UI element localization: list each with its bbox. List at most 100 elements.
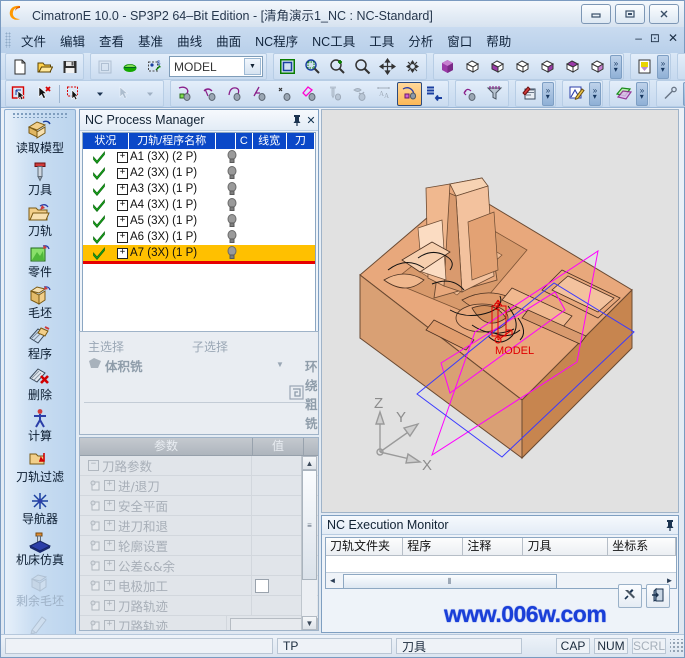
left-item-calculate[interactable]: 计算 — [7, 407, 73, 447]
surface-icon[interactable] — [611, 82, 636, 106]
expand-toggle-icon[interactable]: + — [104, 500, 115, 511]
lamp-icon[interactable] — [222, 246, 242, 260]
parameter-row[interactable]: + 刀路轨迹 — [80, 616, 318, 630]
expand-toggle-icon[interactable]: + — [104, 540, 115, 551]
menu-window[interactable]: 窗口 — [440, 29, 479, 52]
bottom-view-icon[interactable] — [585, 55, 610, 79]
column-header-value[interactable]: 值 — [253, 438, 304, 455]
table-row[interactable]: + A2 (3X) (1 P) — [83, 165, 315, 181]
left-item-machine-sim[interactable]: 机床仿真 — [7, 531, 73, 571]
expand-toggle-icon[interactable]: − — [88, 460, 99, 471]
fit-screen-icon[interactable] — [275, 55, 300, 79]
parameter-row[interactable]: + 刀路轨迹 — [80, 596, 318, 616]
zoom-window-icon[interactable] — [300, 55, 325, 79]
parameter-row[interactable]: + 进/退刀 — [80, 476, 318, 496]
table-row[interactable]: + A4 (3X) (1 P) — [83, 197, 315, 213]
expand-toggle-icon[interactable]: + — [104, 600, 115, 611]
parameter-row[interactable]: + 电极加工 — [80, 576, 318, 596]
nc-post-icon[interactable] — [347, 82, 372, 106]
nc-proc1-icon[interactable] — [172, 82, 197, 106]
left-item-toolpath-filter[interactable]: 刀轨过滤 — [7, 448, 73, 488]
rotate-icon[interactable] — [400, 55, 425, 79]
pan-icon[interactable] — [375, 55, 400, 79]
menu-view[interactable]: 查看 — [92, 29, 131, 52]
toolbar-overflow-surface[interactable]: » ▾ — [636, 81, 648, 106]
exit-button[interactable] — [646, 584, 670, 608]
column-header-linewidth[interactable]: 线宽 — [253, 133, 287, 149]
toolbar-overflow-annotate[interactable]: » ▾ — [542, 81, 554, 106]
solid-green-icon[interactable] — [117, 55, 142, 79]
menu-file[interactable]: 文件 — [14, 29, 53, 52]
column-header-tool[interactable]: 刀 — [287, 133, 315, 149]
lamp-icon[interactable] — [222, 182, 242, 196]
menu-analysis[interactable]: 分析 — [401, 29, 440, 52]
expand-toggle-icon[interactable]: + — [104, 580, 115, 591]
menu-curve[interactable]: 曲线 — [170, 29, 209, 52]
column-header-coordsys[interactable]: 坐标系 — [608, 538, 676, 555]
expand-toggle-icon[interactable]: + — [115, 215, 130, 227]
menu-tools[interactable]: 工具 — [362, 29, 401, 52]
menu-edit[interactable]: 编辑 — [53, 29, 92, 52]
mon-hscroll-track[interactable]: ⦀ — [339, 574, 663, 589]
left-toolbar-grip-icon[interactable] — [12, 112, 68, 119]
parameter-row[interactable]: + 轮廓设置 — [80, 536, 318, 556]
deselect-icon[interactable] — [32, 82, 57, 106]
left-item-tool[interactable]: 刀具 — [7, 161, 73, 201]
column-header-comment[interactable]: 注释 — [463, 538, 524, 555]
nc-proc6-icon[interactable] — [297, 82, 322, 106]
expand-toggle-icon[interactable]: + — [104, 480, 115, 491]
expand-toggle-icon[interactable]: + — [115, 199, 130, 211]
left-view-icon[interactable] — [535, 55, 560, 79]
menu-nc-program[interactable]: NC程序 — [248, 29, 305, 52]
table-row[interactable]: + A6 (3X) (1 P) — [83, 229, 315, 245]
menu-help[interactable]: 帮助 — [479, 29, 518, 52]
left-item-navigator[interactable]: 导航器 — [7, 490, 73, 530]
nc-proc2-icon[interactable] — [197, 82, 222, 106]
lamp-icon[interactable] — [222, 230, 242, 244]
select-region-icon[interactable] — [62, 82, 87, 106]
model-window-icon[interactable] — [92, 55, 117, 79]
3d-viewport[interactable]: MODEL Z Z Y X — [321, 109, 679, 513]
pin-icon[interactable] — [290, 112, 304, 128]
parameter-checkbox[interactable] — [255, 578, 269, 593]
chevron-down-icon[interactable]: ▼ — [244, 58, 261, 75]
toolbar-overflow-render[interactable]: » ▾ — [657, 54, 669, 79]
expand-toggle-icon[interactable]: + — [115, 183, 130, 195]
parameter-row[interactable]: + 公差&&余 — [80, 556, 318, 576]
main-selection-chevron-down-icon[interactable]: ▼ — [276, 360, 284, 369]
column-header-program[interactable]: 程序 — [403, 538, 464, 555]
mdi-minimize-button[interactable]: – — [633, 31, 644, 45]
lightbulb-icon[interactable] — [679, 55, 685, 79]
minimize-button[interactable] — [581, 4, 611, 24]
lamp-icon[interactable] — [222, 166, 242, 180]
parameters-vscrollbar[interactable]: ▲ ≡ ▼ — [301, 456, 317, 630]
expand-toggle-icon[interactable]: + — [104, 560, 115, 571]
left-item-residual-stock[interactable]: 剩余毛坯 — [7, 572, 73, 612]
menu-datum[interactable]: 基准 — [131, 29, 170, 52]
nc-measure-icon[interactable]: AA — [372, 82, 397, 106]
nc-funnel-icon[interactable] — [482, 82, 507, 106]
front-view-icon[interactable] — [485, 55, 510, 79]
menu-grip-icon[interactable] — [5, 32, 11, 48]
lamp-icon[interactable] — [222, 214, 242, 228]
column-header-c[interactable]: C — [236, 133, 253, 149]
nc-manager-icon[interactable] — [397, 81, 422, 106]
column-header-blank[interactable] — [216, 133, 237, 149]
table-row[interactable]: + A5 (3X) (1 P) — [83, 213, 315, 229]
annotation-icon[interactable] — [517, 82, 542, 106]
new-file-icon[interactable] — [7, 55, 32, 79]
shading-icon[interactable] — [632, 55, 657, 79]
nc-proc4-icon[interactable] — [247, 82, 272, 106]
vscroll-thumb[interactable]: ≡ — [302, 470, 317, 580]
close-button[interactable] — [649, 4, 679, 24]
back-view-icon[interactable] — [560, 55, 585, 79]
parameter-row[interactable]: − 刀路参数 — [80, 456, 318, 476]
column-header-status[interactable]: 状况 — [83, 133, 129, 149]
mdi-close-button[interactable]: ✕ — [666, 31, 680, 45]
menu-nc-tools[interactable]: NC工具 — [305, 29, 362, 52]
expand-toggle-icon[interactable]: + — [104, 620, 115, 630]
expand-toggle-icon[interactable]: + — [115, 167, 130, 179]
mdi-restore-button[interactable]: ⊡ — [648, 31, 662, 45]
expand-toggle-icon[interactable]: + — [115, 231, 130, 243]
nc-path-icon[interactable] — [457, 82, 482, 106]
